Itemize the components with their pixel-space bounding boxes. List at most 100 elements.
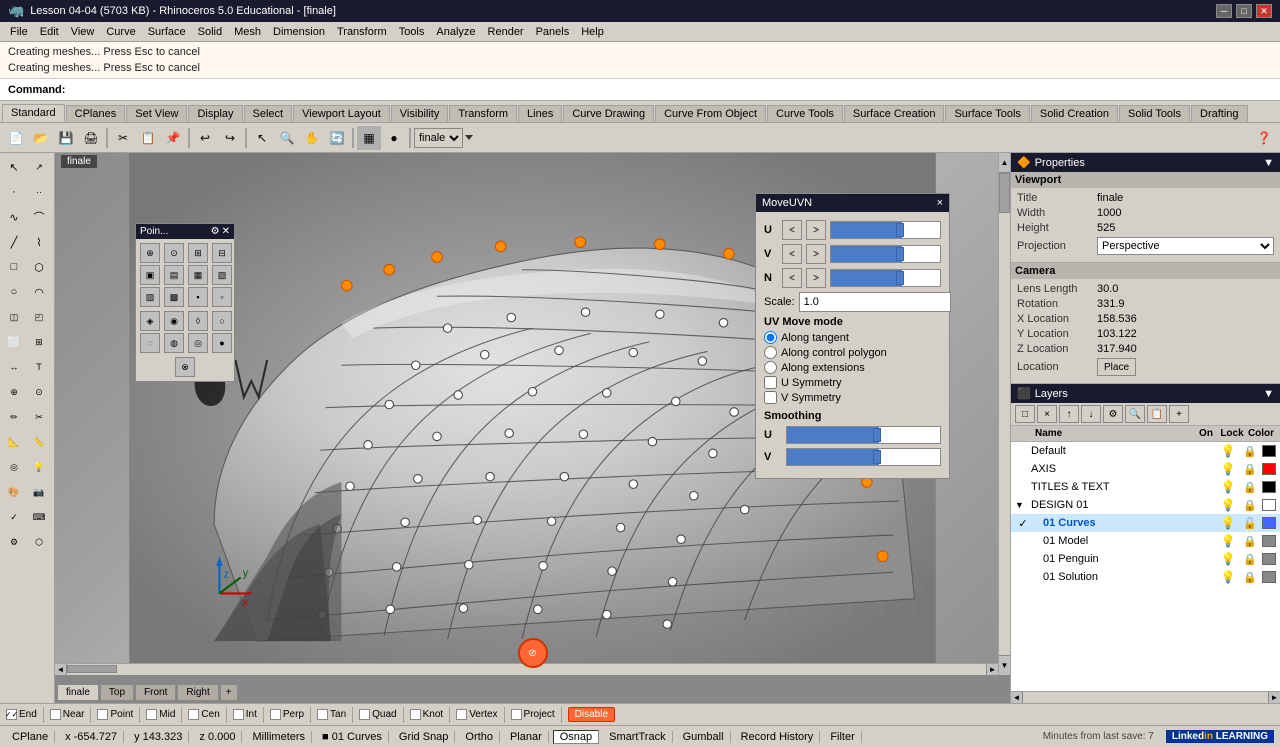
render-button[interactable]: ● bbox=[382, 126, 406, 150]
menu-item-view[interactable]: View bbox=[65, 25, 101, 39]
toolbar-tab-viewport-layout[interactable]: Viewport Layout bbox=[293, 105, 390, 122]
location-place-btn[interactable]: Place bbox=[1097, 358, 1136, 376]
scale-input[interactable] bbox=[799, 292, 951, 312]
menu-item-panels[interactable]: Panels bbox=[530, 25, 576, 39]
circle-tool[interactable]: ○ bbox=[2, 280, 26, 304]
ortho-status[interactable]: Ortho bbox=[459, 731, 500, 743]
light-tool[interactable]: 💡 bbox=[27, 455, 51, 479]
snap-tool[interactable]: ◎ bbox=[2, 455, 26, 479]
hscroll-thumb[interactable] bbox=[67, 665, 117, 673]
layer-item-axis[interactable]: AXIS 💡 🔒 bbox=[1011, 460, 1280, 478]
snap-near-checkbox[interactable] bbox=[50, 709, 61, 720]
point-icon-21[interactable]: ⊗ bbox=[175, 357, 195, 377]
menu-item-edit[interactable]: Edit bbox=[34, 25, 65, 39]
solid-tool[interactable]: ⬜ bbox=[2, 330, 26, 354]
checkbox-u-sym[interactable] bbox=[764, 376, 777, 389]
viewport-tab-front[interactable]: Front bbox=[135, 684, 176, 701]
point-icon-1[interactable]: ⊕ bbox=[140, 243, 160, 263]
edit-tool[interactable]: ✏ bbox=[2, 405, 26, 429]
checkbox-v-sym[interactable] bbox=[764, 391, 777, 404]
layer-lock-01solution[interactable]: 🔒 bbox=[1238, 571, 1262, 584]
smooth-u-slider[interactable] bbox=[786, 426, 941, 444]
snap-mid-checkbox[interactable] bbox=[146, 709, 157, 720]
redo-button[interactable]: ↪ bbox=[218, 126, 242, 150]
toolbar-tab-select[interactable]: Select bbox=[244, 105, 293, 122]
layers-collapse-btn[interactable]: ▼ bbox=[1263, 388, 1274, 400]
point-icon-3[interactable]: ⊞ bbox=[188, 243, 208, 263]
point-cloud-tool[interactable]: ·· bbox=[27, 180, 51, 204]
window-controls[interactable]: ─ □ ✕ bbox=[1216, 4, 1272, 18]
snap-quad-checkbox[interactable] bbox=[359, 709, 370, 720]
menu-item-solid[interactable]: Solid bbox=[192, 25, 228, 39]
toolbar-tab-solid-creation[interactable]: Solid Creation bbox=[1031, 105, 1118, 122]
snap-int-checkbox[interactable] bbox=[233, 709, 244, 720]
mesh-tool[interactable]: ⊞ bbox=[27, 330, 51, 354]
layers-scroll-left[interactable]: ◄ bbox=[1011, 692, 1023, 703]
uvn-n-right[interactable]: > bbox=[806, 268, 826, 288]
select-button[interactable]: ↖ bbox=[250, 126, 274, 150]
gumball-status[interactable]: Gumball bbox=[677, 731, 731, 743]
toolbar-tab-surface-tools[interactable]: Surface Tools bbox=[945, 105, 1029, 122]
uvn-u-right[interactable]: > bbox=[806, 220, 826, 240]
snap-perp-checkbox[interactable] bbox=[270, 709, 281, 720]
snap-knot-checkbox[interactable] bbox=[410, 709, 421, 720]
layer-settings-btn[interactable]: ⚙ bbox=[1103, 405, 1123, 423]
paste-button[interactable]: 📌 bbox=[161, 126, 185, 150]
uvn-u-left[interactable]: < bbox=[782, 220, 802, 240]
snap-project-checkbox[interactable] bbox=[511, 709, 522, 720]
new-layer-btn[interactable]: □ bbox=[1015, 405, 1035, 423]
viewport-dropdown[interactable]: finale bbox=[414, 128, 463, 148]
point-icon-2[interactable]: ⊙ bbox=[164, 243, 184, 263]
toolbar-tab-surface-creation[interactable]: Surface Creation bbox=[844, 105, 945, 122]
zoom-button[interactable]: 🔍 bbox=[275, 126, 299, 150]
layer-color-01curves[interactable] bbox=[1262, 517, 1276, 529]
layer-color-design01[interactable] bbox=[1262, 499, 1276, 511]
select-tool[interactable]: ↖ bbox=[2, 155, 26, 179]
layer-color-01model[interactable] bbox=[1262, 535, 1276, 547]
point-icon-20[interactable]: ● bbox=[212, 333, 232, 353]
uvn-u-slider[interactable] bbox=[830, 221, 941, 239]
curve-tool[interactable]: ∿ bbox=[2, 205, 26, 229]
surface-tool[interactable]: ◫ bbox=[2, 305, 26, 329]
snap-cen-checkbox[interactable] bbox=[188, 709, 199, 720]
menu-item-file[interactable]: File bbox=[4, 25, 34, 39]
render-tool[interactable]: 📷 bbox=[27, 480, 51, 504]
projection-select[interactable]: Perspective bbox=[1097, 237, 1274, 255]
point-panel-close[interactable]: ✕ bbox=[222, 226, 230, 237]
layer-item-01model[interactable]: 01 Model 💡 🔒 bbox=[1011, 532, 1280, 550]
layer-color-axis[interactable] bbox=[1262, 463, 1276, 475]
filter-status[interactable]: Filter bbox=[824, 731, 861, 743]
viewport-tab-top[interactable]: Top bbox=[100, 684, 134, 701]
toolbar-tab-transform[interactable]: Transform bbox=[449, 105, 517, 122]
toolbar-tab-cplanes[interactable]: CPlanes bbox=[66, 105, 126, 122]
viewport-selector[interactable]: finale bbox=[414, 128, 473, 148]
layer-color-titles[interactable] bbox=[1262, 481, 1276, 493]
minimize-button[interactable]: ─ bbox=[1216, 4, 1232, 18]
point-panel-gear[interactable]: ⚙ bbox=[211, 226, 220, 237]
toolbar-tab-curve-drawing[interactable]: Curve Drawing bbox=[563, 105, 654, 122]
point-icon-4[interactable]: ⊟ bbox=[212, 243, 232, 263]
rect-tool[interactable]: □ bbox=[2, 255, 26, 279]
open-button[interactable]: 📂 bbox=[29, 126, 53, 150]
misc-tool[interactable]: ⚙ bbox=[2, 530, 26, 554]
snap-point-checkbox[interactable] bbox=[97, 709, 108, 720]
layer-lock-design01[interactable]: 🔒 bbox=[1238, 499, 1262, 512]
curve-tool-2[interactable]: ⌒ bbox=[27, 205, 51, 229]
cut-button[interactable]: ✂ bbox=[111, 126, 135, 150]
point-icon-7[interactable]: ▦ bbox=[188, 265, 208, 285]
cplane-status[interactable]: CPlane bbox=[6, 731, 55, 743]
viewport-area[interactable]: www.rrcg.cn bbox=[55, 153, 1010, 703]
point-icon-14[interactable]: ◉ bbox=[164, 311, 184, 331]
toolbar-tab-lines[interactable]: Lines bbox=[518, 105, 562, 122]
point-icon-9[interactable]: ▨ bbox=[140, 287, 160, 307]
layer-item-default[interactable]: Default 💡 🔒 bbox=[1011, 442, 1280, 460]
analysis-tool[interactable]: 📐 bbox=[2, 430, 26, 454]
menu-item-surface[interactable]: Surface bbox=[142, 25, 192, 39]
layer-filter-btn[interactable]: 🔍 bbox=[1125, 405, 1145, 423]
layer-on-default[interactable]: 💡 bbox=[1218, 444, 1238, 458]
toolbar-tab-visibility[interactable]: Visibility bbox=[391, 105, 449, 122]
save-button[interactable]: 💾 bbox=[54, 126, 78, 150]
layer-color-default[interactable] bbox=[1262, 445, 1276, 457]
menu-item-dimension[interactable]: Dimension bbox=[267, 25, 331, 39]
osnap-status[interactable]: Osnap bbox=[553, 730, 599, 744]
